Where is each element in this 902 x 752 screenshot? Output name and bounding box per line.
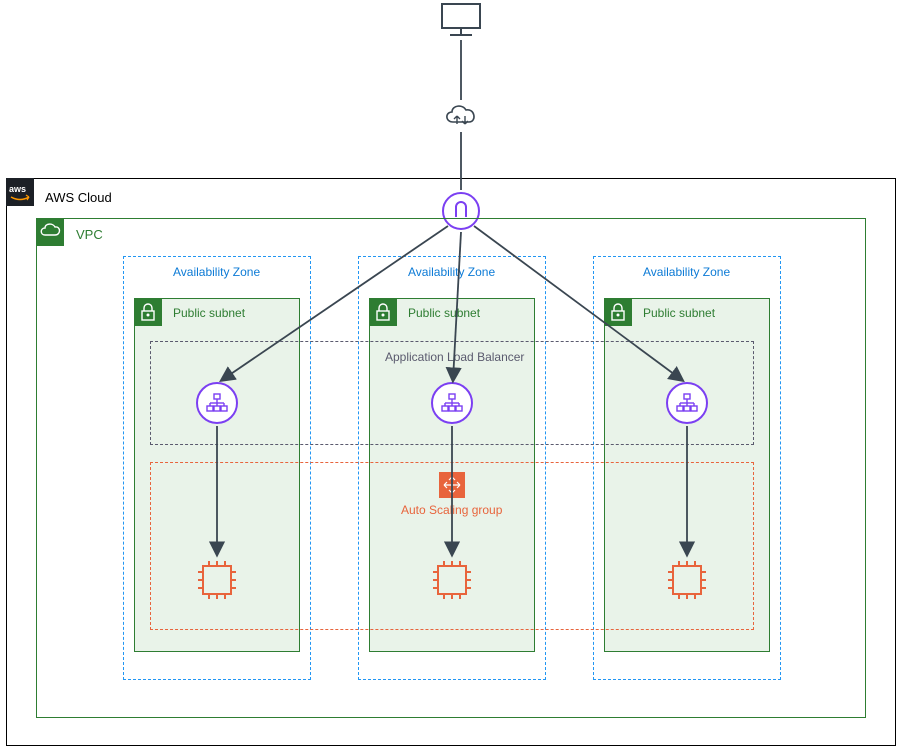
alb-node-1 — [196, 382, 238, 424]
vpc-icon — [36, 218, 64, 246]
subnet-2-label: Public subnet — [408, 306, 480, 320]
internet-gateway-icon — [443, 102, 479, 130]
alb-node-3 — [666, 382, 708, 424]
aws-logo-icon: aws — [6, 178, 34, 206]
subnet-lock-icon-2 — [369, 298, 397, 326]
subnet-lock-icon-1 — [134, 298, 162, 326]
subnet-lock-icon-3 — [604, 298, 632, 326]
az-3-label: Availability Zone — [643, 265, 730, 279]
ec2-instance-2 — [430, 558, 474, 602]
ec2-instance-3 — [665, 558, 709, 602]
alb-node-2 — [431, 382, 473, 424]
auto-scaling-group-icon — [439, 472, 465, 498]
ec2-instance-1 — [195, 558, 239, 602]
client-computer-icon — [440, 2, 482, 38]
alb-group-label: Application Load Balancer — [385, 350, 524, 364]
subnet-1-label: Public subnet — [173, 306, 245, 320]
subnet-3-label: Public subnet — [643, 306, 715, 320]
asg-group-label: Auto Scaling group — [401, 503, 502, 517]
aws-cloud-label: AWS Cloud — [45, 190, 112, 205]
az-2-label: Availability Zone — [408, 265, 495, 279]
az-1-label: Availability Zone — [173, 265, 260, 279]
vpc-label: VPC — [76, 227, 103, 242]
svg-text:aws: aws — [9, 184, 26, 194]
